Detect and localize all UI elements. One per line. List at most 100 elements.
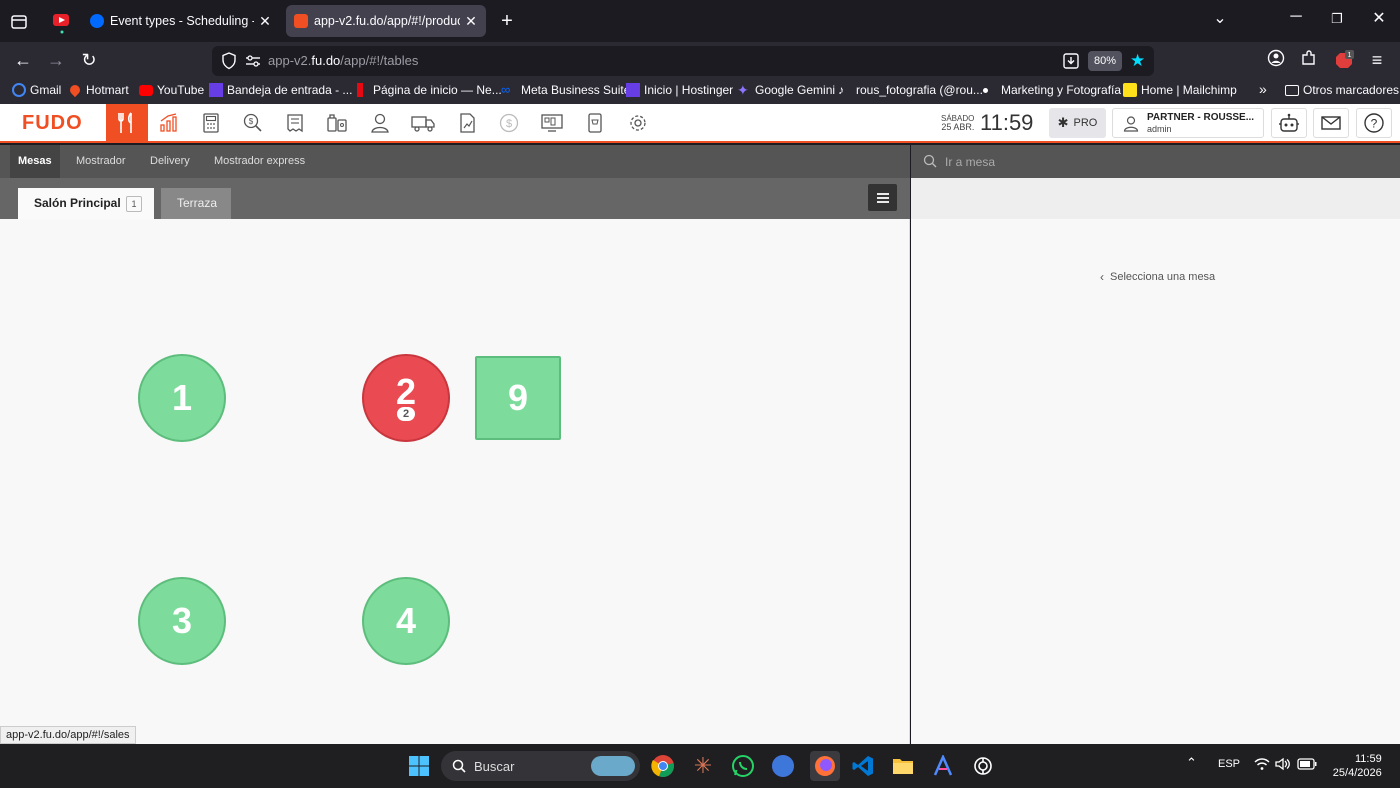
site-info-icon[interactable] [245, 54, 261, 73]
tab-calendly[interactable]: Event types - Scheduling - Calendly ✕ [82, 5, 280, 37]
restore-button[interactable]: ❐ [1322, 11, 1352, 27]
whatsapp-icon[interactable] [730, 753, 756, 779]
truck-icon [411, 115, 435, 132]
room-menu-button[interactable] [868, 184, 897, 211]
hotmart-flame-icon [67, 82, 83, 98]
menu-hamburger-icon[interactable]: ≡ [1366, 49, 1388, 71]
table-9[interactable]: 9 [475, 356, 561, 440]
table-4[interactable]: 4 [362, 577, 450, 665]
tab-delivery[interactable]: Delivery [138, 145, 202, 178]
bookmark-gmail[interactable]: Gmail [12, 83, 61, 97]
table-search-input[interactable] [945, 152, 1245, 172]
wifi-icon[interactable] [1254, 757, 1270, 774]
chevron-left-icon: ‹ [1100, 270, 1104, 284]
canva-icon[interactable] [770, 753, 796, 779]
bookmarks-overflow-icon[interactable]: » [1259, 81, 1267, 97]
table-3[interactable]: 3 [138, 577, 226, 665]
room-label: Terraza [177, 196, 218, 210]
list-all-tabs-icon[interactable] [8, 11, 30, 33]
nav-settings-button[interactable] [617, 104, 659, 141]
forward-button[interactable]: → [45, 49, 67, 71]
nav-invoices-button[interactable] [274, 104, 316, 141]
claude-icon[interactable]: ✳ [690, 753, 716, 779]
tab-fudo[interactable]: app-v2.fu.do/app/#!/products/all ✕ [286, 5, 486, 37]
bookmark-hotmart[interactable]: Hotmart [67, 82, 129, 98]
back-button[interactable]: ← [12, 49, 34, 71]
firefox-icon[interactable] [810, 751, 840, 781]
bookmark-youtube[interactable]: YouTube [139, 83, 204, 97]
nav-payments-button[interactable]: $ [488, 104, 530, 141]
taskbar-search[interactable]: Buscar [441, 751, 640, 781]
table-2[interactable]: 2 2 [362, 354, 450, 442]
gear-icon [630, 114, 646, 131]
download-page-icon[interactable] [1062, 52, 1080, 75]
shield-icon[interactable] [221, 52, 237, 75]
nav-reports-button[interactable] [148, 104, 190, 141]
table-1[interactable]: 1 [138, 354, 226, 442]
bookmark-netflix[interactable]: Página de inicio — Ne... [357, 83, 502, 97]
bookmark-tiktok[interactable]: ♪ rous_fotografia (@rou... [838, 83, 983, 97]
nav-products-button[interactable] [316, 104, 358, 141]
bookmark-mailchimp[interactable]: Home | Mailchimp [1123, 83, 1237, 97]
windows-start-icon[interactable] [406, 753, 432, 779]
assistant-bot-button[interactable] [1271, 108, 1307, 138]
bookmark-marketing[interactable]: Marketing y Fotografía [983, 83, 1121, 97]
nav-customers-button[interactable] [359, 104, 401, 141]
fork-knife-icon [118, 111, 132, 133]
new-tab-button[interactable]: + [496, 10, 518, 33]
mobile-cart-icon [588, 112, 602, 133]
nav-expenses-button[interactable]: $ [232, 104, 274, 141]
nav-cash-register-button[interactable] [190, 104, 232, 141]
svg-text:?: ? [1371, 117, 1378, 131]
pinned-tab-youtube-music[interactable] [50, 8, 74, 36]
search-label: Buscar [474, 759, 515, 774]
bookmark-inbox[interactable]: Bandeja de entrada - ... [209, 83, 352, 97]
other-bookmarks[interactable]: Otros marcadores [1285, 83, 1399, 97]
room-tab-terraza[interactable]: Terraza [161, 188, 231, 219]
app-a-icon[interactable] [930, 753, 956, 779]
nav-stats-button[interactable] [446, 104, 488, 141]
tab-mesas[interactable]: Mesas [10, 145, 60, 178]
address-bar[interactable]: app-v2.fu.do/app/#!/tables 80% ★ [212, 46, 1154, 76]
messages-button[interactable] [1313, 108, 1349, 138]
reload-button[interactable]: ↻ [78, 49, 100, 71]
zoom-level-badge[interactable]: 80% [1088, 51, 1122, 71]
user-menu-button[interactable]: PARTNER - ROUSSE... admin [1112, 108, 1264, 138]
svg-text:1: 1 [1348, 52, 1352, 59]
extensions-icon[interactable] [1298, 49, 1320, 71]
account-icon[interactable] [1265, 49, 1287, 71]
search-icon [923, 154, 937, 168]
help-button[interactable]: ? [1356, 108, 1392, 138]
battery-icon[interactable] [1297, 758, 1317, 773]
tab-overflow-chevron-icon[interactable]: ⌄ [1205, 8, 1235, 28]
bookmark-hostinger[interactable]: Inicio | Hostinger [626, 83, 733, 97]
nav-tables-button[interactable] [106, 104, 148, 141]
minimize-button[interactable]: ─ [1281, 8, 1311, 26]
volume-icon[interactable] [1275, 757, 1291, 774]
chatgpt-icon[interactable] [970, 753, 996, 779]
star-badge-icon: ✱ [1057, 115, 1069, 130]
chrome-icon[interactable] [650, 753, 676, 779]
adblock-extension-icon[interactable]: 1 [1333, 49, 1355, 71]
close-window-button[interactable]: ✕ [1364, 8, 1394, 28]
calculator-icon [203, 112, 219, 133]
close-tab-icon[interactable]: ✕ [258, 13, 272, 30]
windows-taskbar: Buscar ✳ ⌃ ESP 11:59 25/4/2026 [0, 744, 1400, 788]
bookmark-gemini[interactable]: ✦ Google Gemini [737, 83, 835, 97]
taskbar-clock[interactable]: 11:59 25/4/2026 [1331, 752, 1382, 780]
vscode-icon[interactable] [850, 753, 876, 779]
input-language[interactable]: ESP [1218, 758, 1240, 770]
nav-kitchen-display-button[interactable] [531, 104, 573, 141]
room-tab-salon-principal[interactable]: Salón Principal 1 [18, 188, 154, 219]
pro-plan-badge[interactable]: ✱ PRO [1049, 108, 1106, 138]
bookmark-star-icon[interactable]: ★ [1130, 51, 1145, 71]
tray-overflow-chevron-icon[interactable]: ⌃ [1186, 755, 1197, 771]
tab-mostrador[interactable]: Mostrador [64, 145, 138, 178]
nav-delivery-button[interactable] [402, 104, 444, 141]
fudo-logo[interactable]: FUDO [22, 112, 83, 135]
bookmark-meta[interactable]: ∞ Meta Business Suite [501, 83, 630, 98]
tab-mostrador-express[interactable]: Mostrador express [202, 145, 317, 178]
close-tab-icon[interactable]: ✕ [464, 13, 478, 30]
file-explorer-icon[interactable] [890, 753, 916, 779]
nav-online-store-button[interactable] [574, 104, 616, 141]
